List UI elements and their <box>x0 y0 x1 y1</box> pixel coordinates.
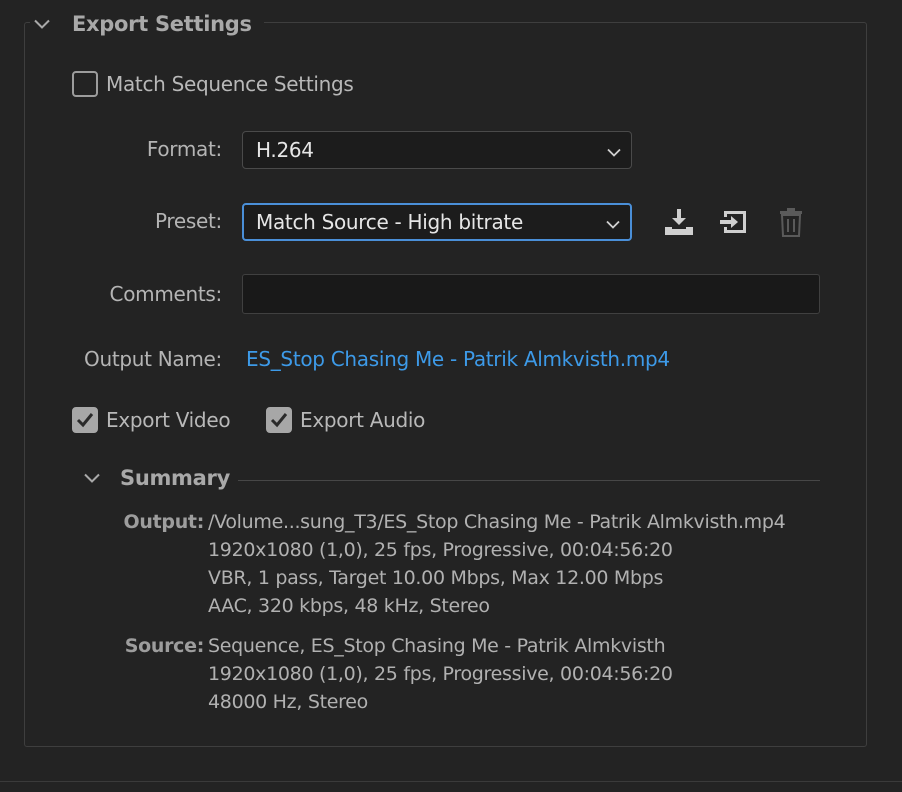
preset-label: Preset: <box>154 209 222 233</box>
output-name-label: Output Name: <box>84 347 222 371</box>
section-title: Export Settings <box>72 12 252 36</box>
output-lines: /Volume...sung_T3/ES_Stop Chasing Me - P… <box>204 508 786 620</box>
output-name-link[interactable]: ES_Stop Chasing Me - Patrik Almkvisth.mp… <box>246 347 670 371</box>
summary-output: Output: /Volume...sung_T3/ES_Stop Chasin… <box>100 508 786 620</box>
summary-line: 48000 Hz, Stereo <box>208 691 368 713</box>
checkbox-box[interactable] <box>72 71 98 97</box>
chevron-down-icon <box>606 210 620 234</box>
summary-divider <box>238 480 820 481</box>
summary-line: AAC, 320 kbps, 48 kHz, Stereo <box>208 595 490 617</box>
export-video-label: Export Video <box>106 408 231 432</box>
preset-value: Match Source - High bitrate <box>256 210 523 234</box>
save-preset-icon[interactable] <box>661 204 697 240</box>
chevron-down-icon[interactable] <box>80 466 104 490</box>
summary-title: Summary <box>120 466 230 490</box>
export-video-checkbox[interactable]: Export Video <box>72 407 231 433</box>
export-audio-checkbox[interactable]: Export Audio <box>266 407 425 433</box>
output-key: Output: <box>123 511 205 533</box>
source-key: Source: <box>124 635 205 657</box>
chevron-down-icon <box>607 138 621 162</box>
format-label: Format: <box>146 137 222 161</box>
export-settings-panel: Export Settings Match Sequence Settings … <box>0 0 902 792</box>
checkmark-icon[interactable] <box>266 407 292 433</box>
divider <box>0 781 902 782</box>
summary-source: Source: Sequence, ES_Stop Chasing Me - P… <box>100 632 673 716</box>
chevron-down-icon[interactable] <box>30 12 54 36</box>
summary-line: 1920x1080 (1,0), 25 fps, Progressive, 00… <box>208 663 673 685</box>
source-lines: Sequence, ES_Stop Chasing Me - Patrik Al… <box>204 632 673 716</box>
import-preset-icon[interactable] <box>717 204 753 240</box>
preset-dropdown[interactable]: Match Source - High bitrate <box>242 203 632 241</box>
summary-line: VBR, 1 pass, Target 10.00 Mbps, Max 12.0… <box>208 567 664 589</box>
match-sequence-checkbox[interactable]: Match Sequence Settings <box>72 71 354 97</box>
summary-line: Sequence, ES_Stop Chasing Me - Patrik Al… <box>208 635 666 657</box>
match-sequence-label: Match Sequence Settings <box>106 72 354 96</box>
summary-header: Summary <box>80 466 230 490</box>
export-settings-header: Export Settings <box>30 8 264 40</box>
format-value: H.264 <box>256 138 314 162</box>
summary-line: 1920x1080 (1,0), 25 fps, Progressive, 00… <box>208 539 673 561</box>
delete-preset-icon[interactable] <box>773 204 809 240</box>
comments-field[interactable] <box>242 274 820 314</box>
comments-label: Comments: <box>109 282 223 306</box>
export-audio-label: Export Audio <box>300 408 426 432</box>
checkmark-icon[interactable] <box>72 407 98 433</box>
format-dropdown[interactable]: H.264 <box>242 131 632 169</box>
summary-line: /Volume...sung_T3/ES_Stop Chasing Me - P… <box>208 511 786 533</box>
